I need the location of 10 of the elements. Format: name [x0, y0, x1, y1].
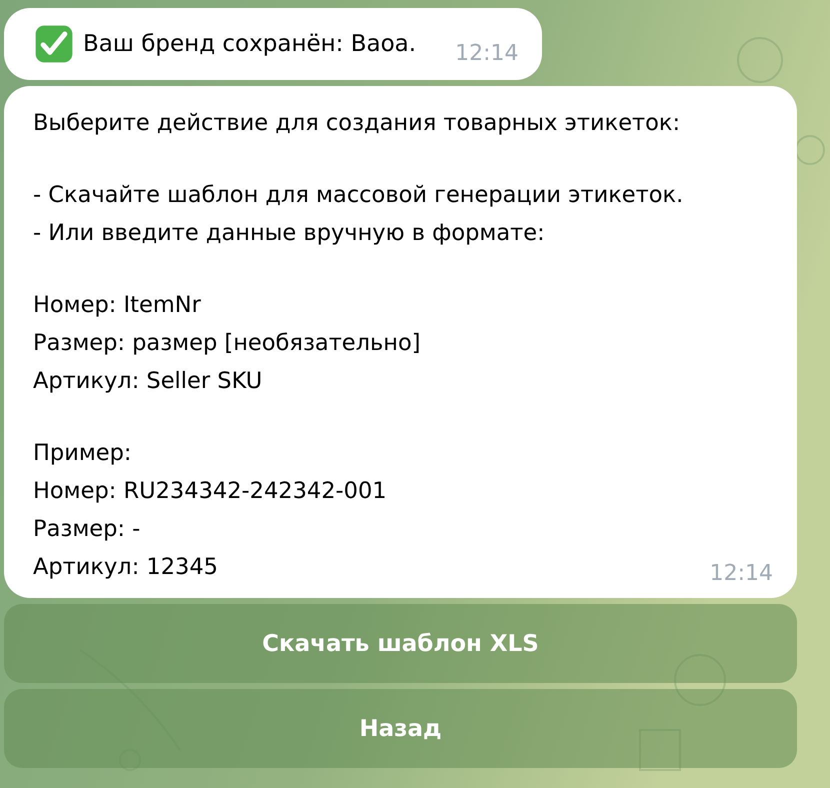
check-mark-icon — [34, 24, 74, 64]
message-time: 12:14 — [710, 561, 773, 586]
message-paragraph: - Скачайте шаблон для массовой генерации этикеток. - Или введите данные вручную в формате: — [33, 181, 684, 248]
keyboard-button[interactable]: Скачать шаблон XLS — [4, 604, 797, 683]
message-paragraph: Пример: Номер: RU234342-242342-001 Размер: - Артикул: 12345 — [33, 439, 387, 582]
message-paragraph: Выберите действие для создания товарных этикеток: — [33, 109, 680, 138]
message-time: 12:14 — [455, 40, 518, 66]
message-text: Ваш бренд сохранён: Baoa. — [83, 31, 416, 57]
message-paragraph: Номер: ItemNr Размер: размер [необязательно] Артикул: Seller SKU — [33, 291, 421, 396]
keyboard-button[interactable]: Назад — [4, 689, 797, 768]
